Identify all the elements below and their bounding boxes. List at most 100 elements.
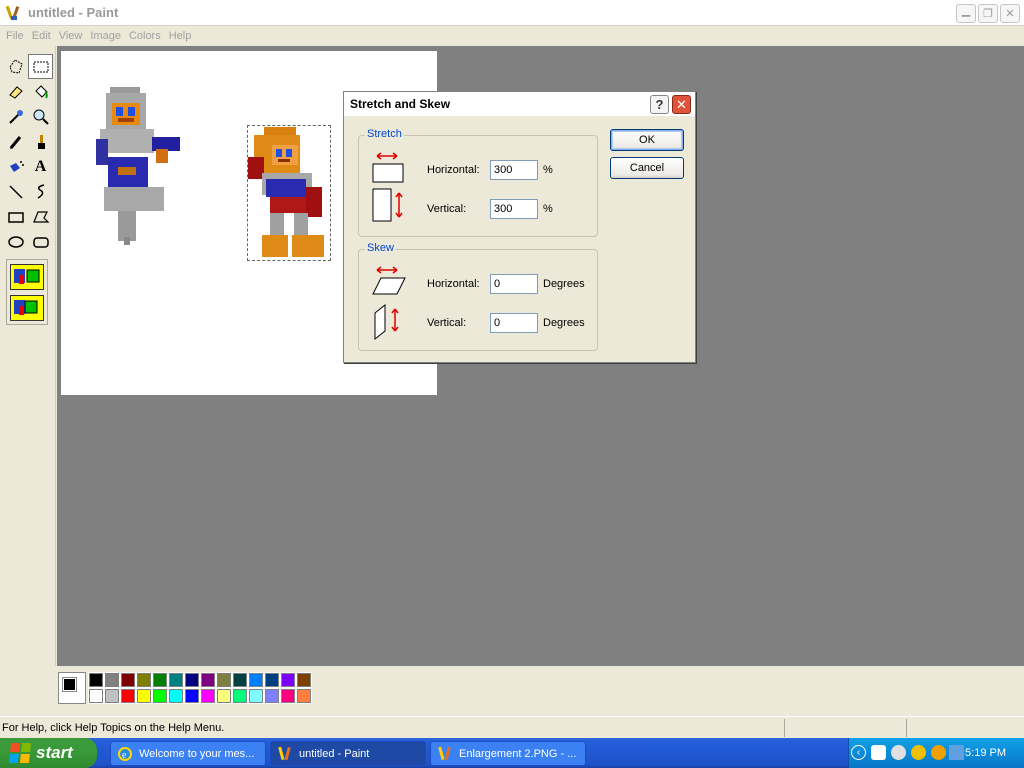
color-swatch[interactable] [296,672,312,688]
tool-rectangle-select[interactable] [28,54,53,79]
messenger-icon[interactable] [891,745,906,760]
skew-vertical-icon [374,303,399,341]
color-swatch[interactable] [136,688,152,704]
steam-icon[interactable] [871,745,886,760]
toolbox: A [0,46,56,666]
dialog-close-button[interactable]: ✕ [672,95,691,114]
current-colors[interactable] [58,672,86,704]
ok-button[interactable]: OK [610,129,684,151]
color-swatch[interactable] [200,688,216,704]
color-swatch[interactable] [200,672,216,688]
skew-horizontal-row: Horizontal: Degrees [359,266,599,296]
status-cell-position [784,719,904,737]
pick-color-icon [8,109,23,124]
stretch-vertical-row: Vertical: % [359,188,599,222]
rounded-rectangle-icon [32,236,49,248]
chevron-left-icon[interactable]: ‹ [851,745,866,760]
window-titlebar: untitled - Paint ▁ ❐ ✕ [0,0,1024,26]
taskbar-button-welcome[interactable]: e Welcome to your mes... [110,741,266,766]
skew-vertical-row: Vertical: Degrees [359,303,599,341]
menu-edit[interactable]: Edit [30,30,57,42]
stretch-horizontal-input[interactable] [490,160,538,180]
tool-rounded-rectangle[interactable] [28,229,53,254]
tool-polygon[interactable] [28,204,53,229]
color-swatch[interactable] [232,672,248,688]
skew-horizontal-label: Horizontal: [427,278,480,290]
text-icon: A [34,157,47,175]
color-swatch[interactable] [216,688,232,704]
network-icon[interactable] [911,745,926,760]
color-swatch[interactable] [136,672,152,688]
tool-fill[interactable] [28,79,53,104]
tool-curve[interactable] [28,179,53,204]
menu-file[interactable]: File [4,30,30,42]
transparent-selection-option[interactable] [10,295,44,321]
tool-line[interactable] [3,179,28,204]
stretch-horizontal-row: Horizontal: % [359,152,599,183]
color-swatch[interactable] [216,672,232,688]
stretch-horizontal-unit: % [543,164,553,176]
menu-colors[interactable]: Colors [127,30,167,42]
stretch-vertical-input[interactable] [490,199,538,219]
color-swatch[interactable] [280,672,296,688]
color-swatch[interactable] [120,672,136,688]
tool-eraser[interactable] [3,79,28,104]
start-button[interactable]: start [0,738,97,768]
tool-free-form-select[interactable] [3,54,28,79]
color-swatch[interactable] [296,688,312,704]
taskbar-button-enlargement[interactable]: Enlargement 2.PNG - ... [430,741,586,766]
color-swatch[interactable] [184,672,200,688]
system-tray: ‹ 5:19 PM [848,738,1024,768]
tool-text[interactable]: A [28,154,53,179]
dialog-title: Stretch and Skew [350,97,451,111]
svg-text:e: e [122,750,127,761]
color-swatch[interactable] [232,688,248,704]
taskbar-button-paint[interactable]: untitled - Paint [270,741,426,766]
cancel-button[interactable]: Cancel [610,157,684,179]
menu-help[interactable]: Help [167,30,198,42]
color-swatch[interactable] [120,688,136,704]
close-icon: ✕ [676,96,687,112]
window-title: untitled - Paint [28,5,119,20]
color-swatch[interactable] [280,688,296,704]
color-swatch[interactable] [152,672,168,688]
menu-view[interactable]: View [57,30,89,42]
opaque-selection-option[interactable] [10,264,44,290]
color-swatch[interactable] [88,672,104,688]
color-swatch[interactable] [104,688,120,704]
brush-icon [37,134,45,149]
stretch-vertical-label: Vertical: [427,203,467,215]
minimize-button[interactable]: ▁ [956,4,976,23]
tool-airbrush[interactable] [3,154,28,179]
color-swatch[interactable] [184,688,200,704]
dialog-titlebar: Stretch and Skew ? ✕ [344,92,695,116]
color-swatch[interactable] [104,672,120,688]
color-swatch[interactable] [248,688,264,704]
menu-image[interactable]: Image [88,30,127,42]
status-help-text: For Help, click Help Topics on the Help … [2,722,225,734]
color-swatch[interactable] [168,688,184,704]
color-swatch[interactable] [168,672,184,688]
color-swatch[interactable] [88,688,104,704]
color-swatch[interactable] [152,688,168,704]
skew-horizontal-input[interactable] [490,274,538,294]
dialog-help-button[interactable]: ? [650,95,669,114]
tool-ellipse[interactable] [3,229,28,254]
display-icon[interactable] [949,745,964,760]
color-swatch[interactable] [248,672,264,688]
restore-button[interactable]: ❐ [978,4,998,23]
color-swatch[interactable] [264,688,280,704]
close-button[interactable]: ✕ [1000,4,1020,23]
security-icon[interactable] [931,745,946,760]
tool-pick-color[interactable] [3,104,28,129]
skew-vertical-input[interactable] [490,313,538,333]
tool-pencil[interactable] [3,129,28,154]
paint-icon [438,746,451,760]
selection-rectangle[interactable] [247,125,331,261]
tool-rectangle[interactable] [3,204,28,229]
tool-brush[interactable] [28,129,53,154]
tool-magnifier[interactable] [28,104,53,129]
ellipse-icon [7,235,24,248]
color-swatch[interactable] [264,672,280,688]
stretch-horizontal-label: Horizontal: [427,164,480,176]
